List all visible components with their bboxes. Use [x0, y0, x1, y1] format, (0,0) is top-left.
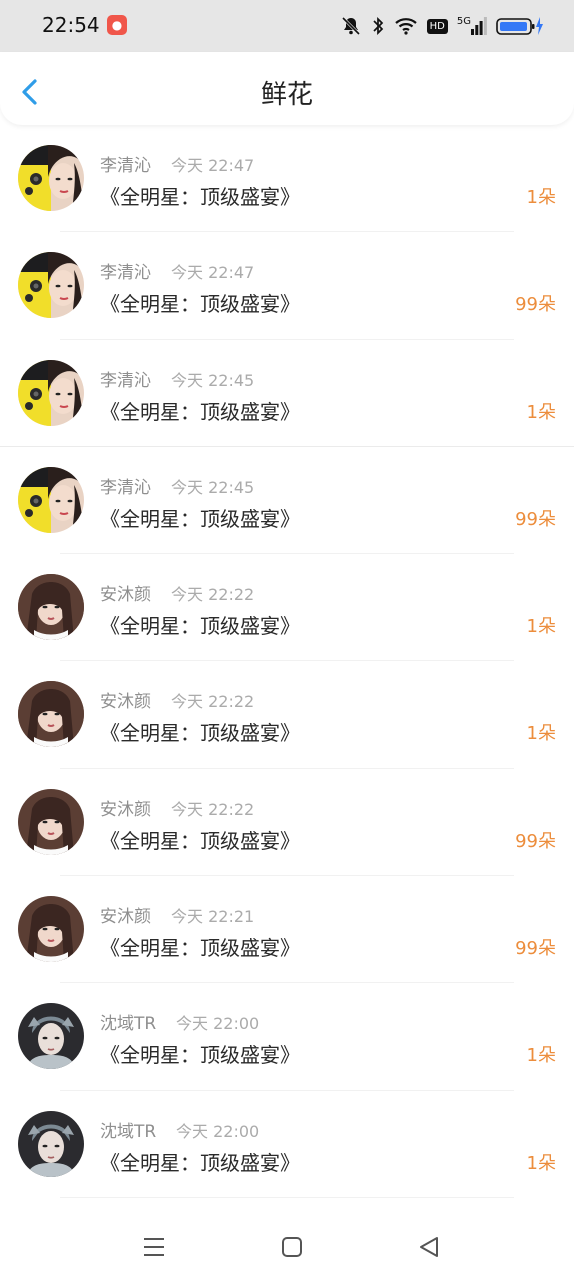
divider	[60, 1196, 514, 1198]
user-name: 李清沁	[100, 263, 151, 284]
avatar[interactable]	[18, 359, 84, 426]
flower-count: 99朵	[515, 830, 556, 852]
gift-content-text: 《全明星：顶级盛宴》	[100, 399, 300, 424]
gift-content-text: 《全明星：顶级盛宴》	[100, 185, 300, 209]
home-square-icon	[282, 1237, 302, 1257]
time-text: 今天 22:21	[171, 907, 255, 927]
flower-count: 1朵	[526, 616, 556, 638]
gift-content-text: 《全明星：顶级盛宴》	[100, 828, 300, 853]
list-item[interactable]: 安沐颜 今天 22:22 《全明星：顶级盛宴》 1朵	[0, 554, 574, 662]
flower-count: 1朵	[526, 723, 556, 745]
avatar[interactable]	[18, 896, 84, 963]
status-bar: 22:54 ● HD 5G	[0, 0, 574, 52]
time-text: 今天 22:00	[176, 1121, 260, 1141]
list-item[interactable]: 沈域TR 今天 22:00 《全明星：顶级盛宴》 1朵	[0, 983, 574, 1091]
flower-count: 99朵	[515, 294, 556, 316]
list-item[interactable]: 李清沁 今天 22:47 《全明星：顶级盛宴》 1朵	[0, 125, 574, 233]
flower-count: 1朵	[526, 187, 556, 208]
time-text: 今天 22:45	[171, 370, 255, 390]
time-text: 今天 22:47	[171, 156, 255, 175]
list-item[interactable]: 李清沁 今天 22:45 《全明星：顶级盛宴》 1朵	[0, 340, 574, 447]
time-text: 今天 22:22	[171, 799, 255, 819]
nav-bar: 鲜花	[0, 52, 574, 125]
flower-count: 99朵	[515, 508, 556, 530]
avatar[interactable]	[18, 681, 84, 748]
flower-count: 1朵	[526, 1152, 556, 1174]
app-notification-icon: ●	[107, 15, 127, 35]
gift-content-text: 《全明星：顶级盛宴》	[100, 506, 300, 531]
wifi-icon	[394, 16, 418, 36]
flower-count: 1朵	[526, 1045, 556, 1067]
user-name: 李清沁	[100, 370, 151, 391]
gift-content-text: 《全明星：顶级盛宴》	[100, 614, 300, 639]
user-name: 李清沁	[100, 477, 151, 498]
time-text: 今天 22:47	[171, 263, 255, 283]
menu-lines-icon	[144, 1238, 164, 1256]
list-item[interactable]: 安沐颜 今天 22:21 《全明星：顶级盛宴》 99朵	[0, 876, 574, 984]
list-item[interactable]: 李清沁 今天 22:45 《全明星：顶级盛宴》 99朵	[0, 447, 574, 555]
time-text: 今天 22:22	[171, 585, 255, 605]
network-label: 5G	[456, 16, 471, 27]
list-item[interactable]: 李清沁 今天 22:47 《全明星：顶级盛宴》 99朵	[0, 232, 574, 340]
system-navigation-bar	[0, 1210, 574, 1280]
avatar[interactable]	[18, 145, 84, 211]
avatar[interactable]	[18, 1003, 84, 1070]
avatar[interactable]	[18, 574, 84, 641]
page-title: 鲜花	[260, 80, 313, 110]
gift-content-text: 《全明星：顶级盛宴》	[100, 1043, 300, 1068]
avatar[interactable]	[18, 788, 84, 855]
gift-content-text: 《全明星：顶级盛宴》	[100, 936, 300, 961]
avatar[interactable]	[18, 252, 84, 319]
flower-count: 1朵	[526, 401, 556, 423]
gift-content-text: 《全明星：顶级盛宴》	[100, 1150, 300, 1175]
avatar[interactable]	[18, 466, 84, 533]
user-name: 李清沁	[100, 156, 151, 176]
time-text: 今天 22:00	[176, 1014, 260, 1034]
user-name: 安沐颜	[100, 907, 151, 928]
mute-bell-icon	[340, 15, 362, 37]
list-item[interactable]: 安沐颜 今天 22:22 《全明星：顶级盛宴》 99朵	[0, 769, 574, 877]
home-button[interactable]	[275, 1230, 309, 1264]
gift-content-text: 《全明星：顶级盛宴》	[100, 292, 300, 317]
time-text: 今天 22:45	[171, 477, 255, 497]
status-time: 22:54	[42, 13, 100, 37]
battery-charging-icon	[496, 16, 544, 36]
gift-content-text: 《全明星：顶级盛宴》	[100, 721, 300, 746]
flower-count: 99朵	[515, 938, 556, 960]
hd-icon: HD	[426, 18, 448, 34]
list-item[interactable]: 沈域TR 今天 22:00 《全明星：顶级盛宴》 1朵	[0, 1091, 574, 1198]
user-name: 安沐颜	[100, 692, 151, 713]
5g-signal-icon: 5G	[457, 17, 487, 35]
user-name: 安沐颜	[100, 799, 151, 820]
menu-button[interactable]	[137, 1230, 171, 1264]
user-name: 沈域TR	[100, 1014, 157, 1035]
back-triangle-icon	[420, 1237, 438, 1257]
status-icons: HD 5G	[331, 12, 544, 40]
list-item[interactable]: 安沐颜 今天 22:22 《全明星：顶级盛宴》 1朵	[0, 661, 574, 769]
avatar[interactable]	[18, 1110, 84, 1177]
time-text: 今天 22:22	[171, 692, 255, 712]
user-name: 沈域TR	[100, 1121, 157, 1142]
system-back-button[interactable]	[412, 1230, 446, 1264]
user-name: 安沐颜	[100, 585, 151, 606]
flower-record-list: 李清沁 今天 22:47 《全明星：顶级盛宴》 1朵 李清沁 今天 22:47 …	[0, 125, 574, 1198]
bluetooth-icon	[371, 15, 385, 37]
